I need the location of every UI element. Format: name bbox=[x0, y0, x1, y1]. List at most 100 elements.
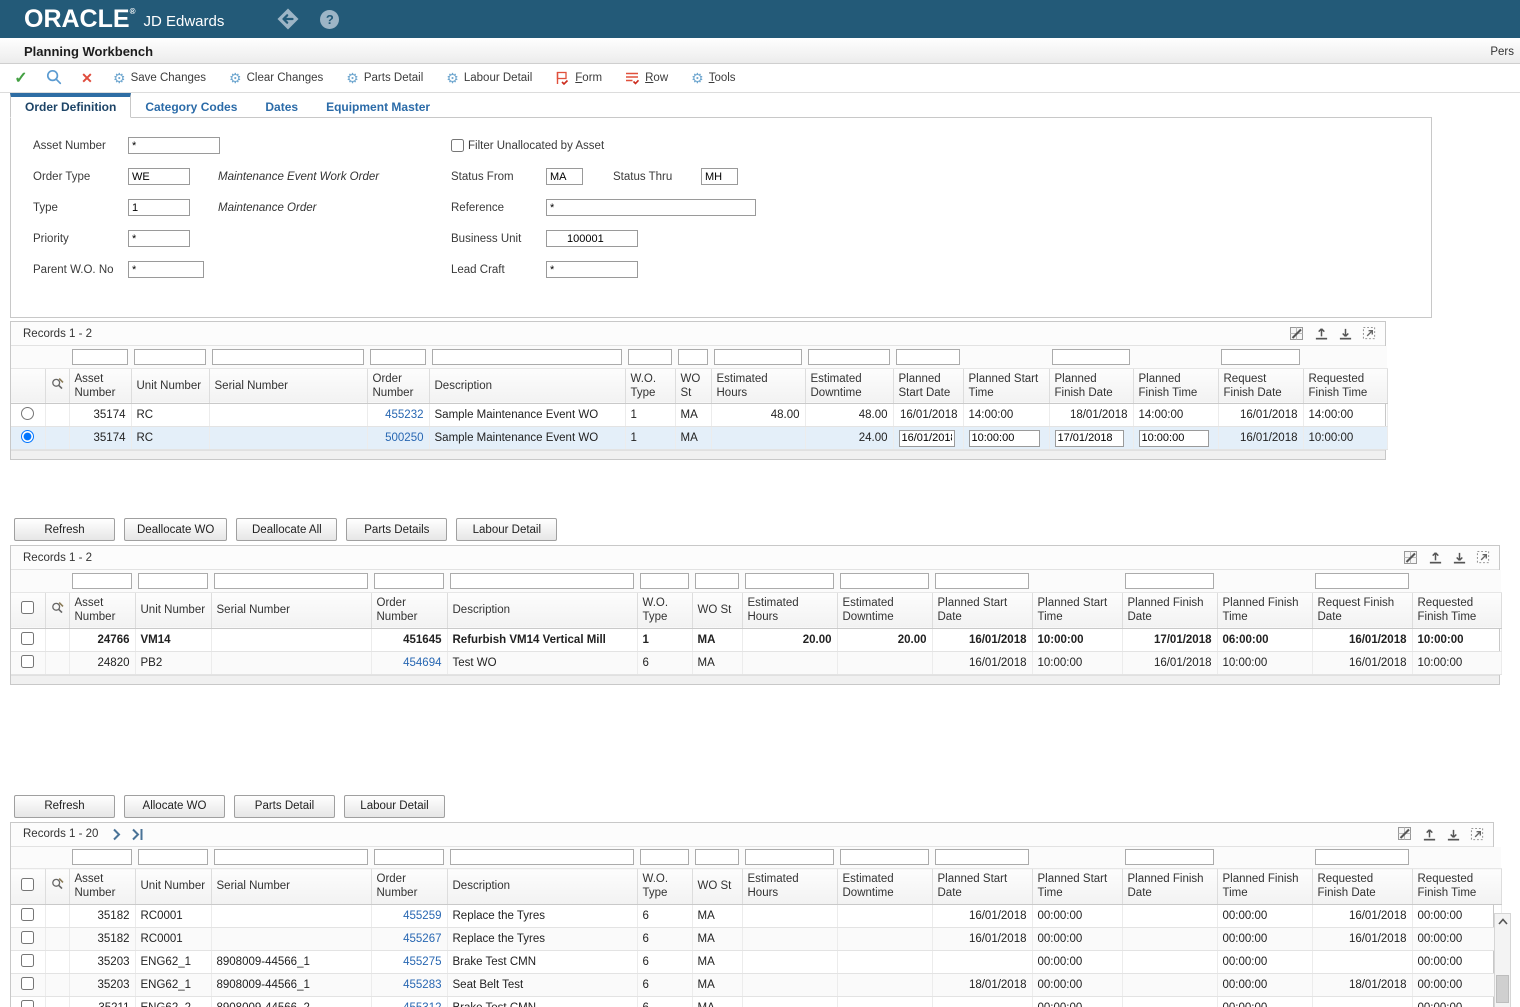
scrollbar-thumb[interactable] bbox=[1496, 975, 1509, 1003]
filter-planned-start-date[interactable] bbox=[935, 849, 1029, 865]
filter-serial-number[interactable] bbox=[212, 349, 364, 365]
table-row[interactable]: 35182 RC0001 455267 Replace the Tyres 6 … bbox=[11, 927, 1501, 950]
table-row[interactable]: 35203 ENG62_1 8908009-44566_1 455275 Bra… bbox=[11, 950, 1501, 973]
expand-grid-icon[interactable] bbox=[1362, 326, 1377, 341]
filter-asset-number[interactable] bbox=[72, 349, 128, 365]
order-number-link[interactable]: 454694 bbox=[403, 657, 441, 669]
row-select-radio[interactable] bbox=[21, 430, 34, 443]
filter-planned-finish-date[interactable] bbox=[1125, 573, 1214, 589]
select-all-checkbox[interactable] bbox=[21, 878, 34, 891]
order-number-link[interactable]: 455232 bbox=[385, 409, 423, 421]
tab-order-definition[interactable]: Order Definition bbox=[10, 93, 131, 118]
col-header-planned-start-date[interactable]: Planned Start Date bbox=[893, 368, 963, 404]
col-header-asset-number[interactable]: Asset Number bbox=[69, 869, 135, 905]
find-icon[interactable] bbox=[41, 69, 67, 88]
help-icon[interactable]: ? bbox=[320, 10, 339, 29]
vertical-scrollbar[interactable] bbox=[1494, 913, 1511, 1007]
tab-dates[interactable]: Dates bbox=[251, 97, 312, 117]
parts-detail-button[interactable]: ⚙Parts Detail bbox=[340, 71, 433, 85]
tab-equipment-master[interactable]: Equipment Master bbox=[312, 97, 444, 117]
col-header-wo-status[interactable]: WO St bbox=[692, 592, 742, 628]
col-header-requested-finish-time[interactable]: Requested Finish Time bbox=[1412, 869, 1501, 905]
reference-field[interactable] bbox=[546, 199, 756, 216]
labour-detail-button[interactable]: ⚙Labour Detail bbox=[440, 71, 542, 85]
filter-serial-number[interactable] bbox=[214, 573, 368, 589]
personalization-link[interactable]: Pers bbox=[1490, 46, 1514, 58]
col-header-wo-type[interactable]: W.O. Type bbox=[625, 368, 675, 404]
order-number-link[interactable]: 455275 bbox=[403, 956, 441, 968]
col-header-request-finish-date[interactable]: Request Finish Date bbox=[1312, 592, 1412, 628]
filter-wo-type[interactable] bbox=[628, 349, 672, 365]
deallocate-wo-button[interactable]: Deallocate WO bbox=[124, 518, 227, 541]
col-header-wo-type[interactable]: W.O. Type bbox=[637, 592, 692, 628]
filter-estimated-hours[interactable] bbox=[714, 349, 802, 365]
order-number-link[interactable]: 455283 bbox=[403, 979, 441, 991]
col-header-requested-finish-time[interactable]: Requested Finish Time bbox=[1412, 592, 1501, 628]
last-page-icon[interactable] bbox=[132, 828, 144, 841]
row-select-checkbox[interactable] bbox=[21, 954, 34, 967]
filter-description[interactable] bbox=[450, 849, 634, 865]
order-type-field[interactable] bbox=[128, 168, 190, 185]
filter-planned-start-date[interactable] bbox=[935, 573, 1029, 589]
col-header-planned-finish-time[interactable]: Planned Finish Time bbox=[1133, 368, 1218, 404]
col-header-serial-number[interactable]: Serial Number bbox=[211, 592, 371, 628]
customize-grid-icon[interactable] bbox=[1403, 550, 1419, 566]
customize-grid-icon[interactable] bbox=[1397, 826, 1413, 842]
import-icon[interactable] bbox=[1446, 827, 1461, 842]
order-number-link[interactable]: 500250 bbox=[385, 432, 423, 444]
row-select-checkbox[interactable] bbox=[21, 977, 34, 990]
filter-unallocated-checkbox[interactable] bbox=[451, 139, 464, 152]
col-header-serial-number[interactable]: Serial Number bbox=[209, 368, 367, 404]
col-header-request-finish-date[interactable]: Request Finish Date bbox=[1218, 368, 1303, 404]
col-header-description[interactable]: Description bbox=[447, 592, 637, 628]
back-navigation-icon[interactable] bbox=[276, 7, 300, 31]
customize-grid-icon[interactable] bbox=[1289, 326, 1305, 342]
col-header-planned-start-date[interactable]: Planned Start Date bbox=[932, 869, 1032, 905]
export-icon[interactable] bbox=[1314, 326, 1329, 341]
next-page-icon[interactable] bbox=[112, 828, 122, 841]
filter-order-number[interactable] bbox=[374, 573, 444, 589]
filter-planned-finish-date[interactable] bbox=[1052, 349, 1130, 365]
col-header-planned-start-time[interactable]: Planned Start Time bbox=[963, 368, 1049, 404]
col-header-estimated-downtime[interactable]: Estimated Downtime bbox=[837, 869, 932, 905]
refresh-button[interactable]: Refresh bbox=[14, 518, 115, 541]
order-number-link[interactable]: 455267 bbox=[403, 933, 441, 945]
form-menu[interactable]: FFormorm bbox=[549, 71, 612, 86]
col-header-order-number[interactable]: Order Number bbox=[371, 869, 447, 905]
filter-order-number[interactable] bbox=[370, 349, 426, 365]
col-header-description[interactable]: Description bbox=[447, 869, 637, 905]
filter-request-finish-date[interactable] bbox=[1315, 573, 1409, 589]
col-header-planned-finish-date[interactable]: Planned Finish Date bbox=[1049, 368, 1133, 404]
col-header-requested-finish-time[interactable]: Requested Finish Time bbox=[1303, 368, 1387, 404]
filter-request-finish-date[interactable] bbox=[1221, 349, 1300, 365]
labour-detail-button[interactable]: Labour Detail bbox=[344, 795, 445, 818]
filter-estimated-hours[interactable] bbox=[745, 849, 834, 865]
parent-wo-field[interactable] bbox=[128, 261, 204, 278]
asset-number-field[interactable] bbox=[128, 137, 220, 154]
filter-unit-number[interactable] bbox=[138, 573, 208, 589]
filter-description[interactable] bbox=[450, 573, 634, 589]
deallocate-all-button[interactable]: Deallocate All bbox=[236, 518, 337, 541]
table-row[interactable]: 24766 VM14 451645 Refurbish VM14 Vertica… bbox=[11, 628, 1501, 651]
import-icon[interactable] bbox=[1452, 550, 1467, 565]
row-select-radio[interactable] bbox=[21, 407, 34, 420]
col-header-planned-start-time[interactable]: Planned Start Time bbox=[1032, 592, 1122, 628]
col-header-planned-start-time[interactable]: Planned Start Time bbox=[1032, 869, 1122, 905]
filter-unit-number[interactable] bbox=[134, 349, 206, 365]
table-row[interactable]: 35174 RC 455232 Sample Maintenance Event… bbox=[11, 404, 1387, 427]
col-header-planned-finish-time[interactable]: Planned Finish Time bbox=[1217, 592, 1312, 628]
col-header-unit-number[interactable]: Unit Number bbox=[135, 869, 211, 905]
scrollbar-track[interactable] bbox=[1495, 930, 1510, 1003]
col-header-description[interactable]: Description bbox=[429, 368, 625, 404]
status-thru-field[interactable] bbox=[701, 168, 738, 185]
col-header-order-number[interactable]: Order Number bbox=[367, 368, 429, 404]
export-icon[interactable] bbox=[1428, 550, 1443, 565]
planned-start-date-input[interactable] bbox=[899, 430, 955, 447]
row-select-checkbox[interactable] bbox=[21, 1000, 34, 1007]
order-number-link[interactable]: 455259 bbox=[403, 910, 441, 922]
table-row[interactable]: 35182 RC0001 455259 Replace the Tyres 6 … bbox=[11, 904, 1501, 927]
filter-order-number[interactable] bbox=[374, 849, 444, 865]
col-header-wo-status[interactable]: WO St bbox=[692, 869, 742, 905]
col-header-estimated-hours[interactable]: Estimated Hours bbox=[711, 368, 805, 404]
filter-wo-type[interactable] bbox=[640, 849, 689, 865]
